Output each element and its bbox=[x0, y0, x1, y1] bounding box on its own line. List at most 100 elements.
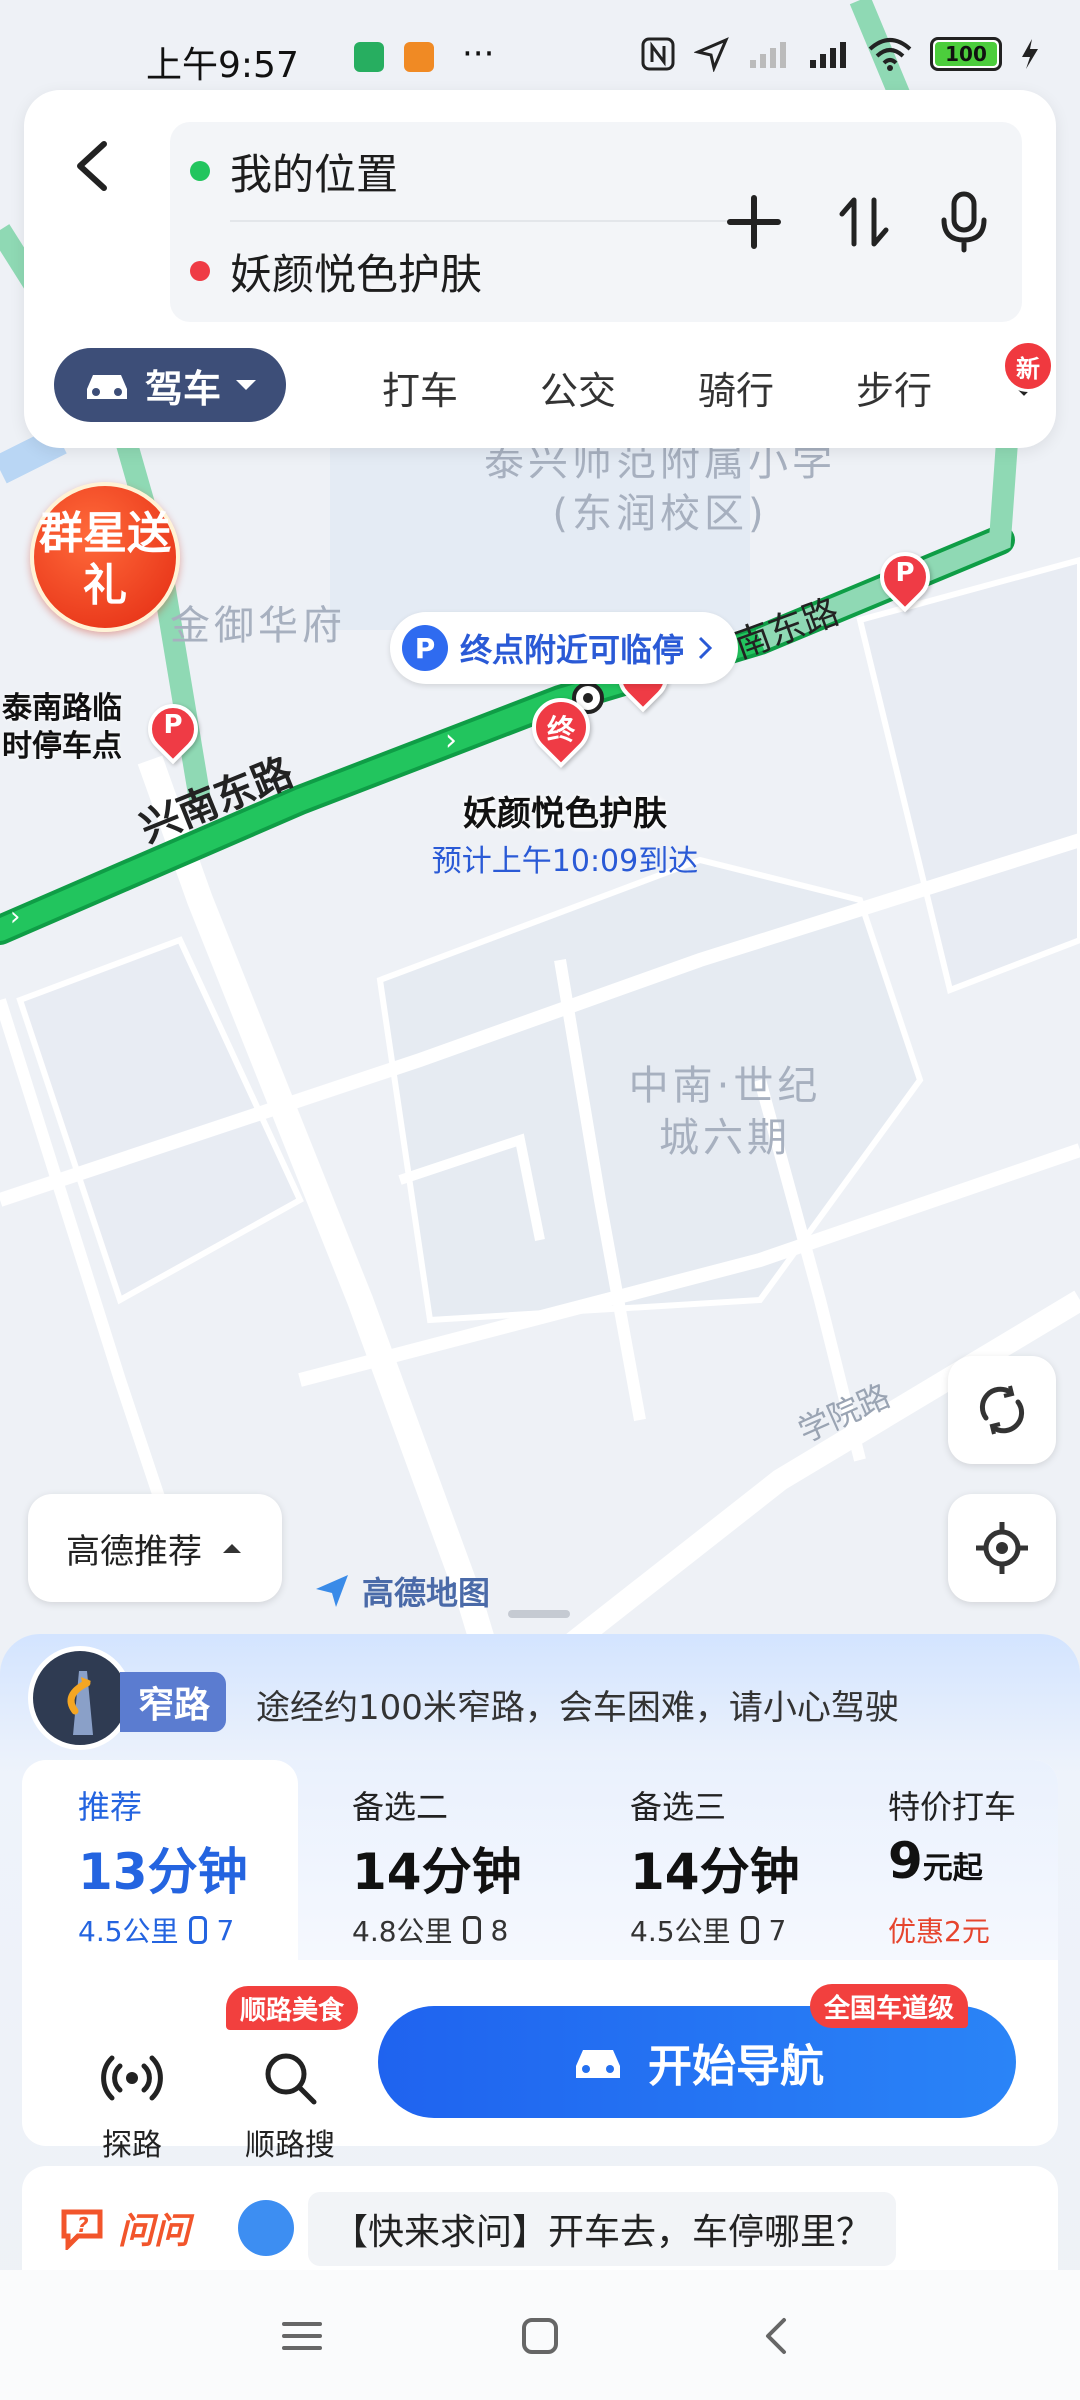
svg-text:›: › bbox=[10, 902, 20, 932]
map-label-school: 泰兴师范附属小学(东润校区) bbox=[484, 439, 836, 537]
parking-tip-bubble[interactable]: P 终点附近可临停 bbox=[390, 612, 739, 684]
taxi-option-price: 9元起 bbox=[888, 1832, 983, 1890]
microphone-icon bbox=[941, 191, 987, 253]
parking-tip-text: 终点附近可临停 bbox=[460, 631, 685, 669]
car-icon bbox=[86, 375, 127, 399]
parking-pin[interactable]: P bbox=[869, 541, 941, 613]
tab-bus[interactable]: 公交 bbox=[540, 360, 616, 415]
location-icon bbox=[694, 37, 729, 72]
refresh-route-button[interactable] bbox=[948, 1356, 1056, 1464]
locate-icon bbox=[976, 1522, 1028, 1574]
back-arrow-icon bbox=[77, 141, 107, 191]
explore-label: 探路 bbox=[102, 2128, 162, 2163]
along-route-search-button[interactable]: 顺路搜 bbox=[220, 2046, 360, 2164]
route-inputs: 我的位置 妖颜悦色护肤 bbox=[170, 122, 1022, 322]
divider bbox=[230, 220, 750, 222]
explore-icon bbox=[101, 2055, 163, 2101]
voice-input-button[interactable] bbox=[924, 182, 1004, 262]
traffic-light-icon bbox=[462, 1916, 481, 1944]
traffic-light-icon bbox=[740, 1916, 759, 1944]
strategy-label: 高德推荐 bbox=[66, 1531, 202, 1572]
destination-text: 妖颜悦色护肤 bbox=[230, 249, 483, 299]
narrow-road-warning[interactable]: 窄路 途经约100米窄路，会车困难，请小心驾驶 bbox=[28, 1642, 1058, 1762]
traffic-light-icon bbox=[188, 1916, 207, 1944]
travel-mode-tabs: 驾车 打车 公交 骑行 步行 bbox=[54, 348, 1044, 424]
origin-dot-icon bbox=[190, 161, 210, 181]
route-option-time: 14分钟 bbox=[630, 1843, 800, 1901]
status-time: 上午9:57 bbox=[146, 45, 299, 86]
taxi-option[interactable]: 特价打车 9元起 优惠2元 bbox=[888, 1760, 1058, 1960]
add-waypoint-button[interactable] bbox=[714, 182, 794, 262]
route-option-time: 13分钟 bbox=[78, 1843, 248, 1901]
my-location-button[interactable] bbox=[948, 1494, 1056, 1602]
route-option-label: 推荐 bbox=[78, 1788, 143, 1826]
taxi-option-label: 特价打车 bbox=[888, 1788, 1017, 1826]
parking-label[interactable]: 泰南路临时停车点 bbox=[2, 690, 142, 766]
lane-level-badge: 全国车道级 bbox=[810, 1984, 969, 2028]
notification-icon bbox=[404, 42, 434, 72]
route-strategy-button[interactable]: 高德推荐 bbox=[28, 1494, 282, 1602]
route-option-meta: 4.8公里 8 bbox=[352, 1913, 509, 1949]
narrow-road-icon bbox=[28, 1646, 132, 1750]
tab-drive[interactable]: 驾车 bbox=[54, 348, 286, 422]
ask-bubble-icon: ? bbox=[61, 2209, 103, 2250]
svg-text:?: ? bbox=[77, 2213, 89, 2237]
taxi-option-discount: 优惠2元 bbox=[888, 1915, 990, 1948]
battery-level: 100 bbox=[945, 42, 987, 66]
route-option-time: 14分钟 bbox=[352, 1843, 522, 1901]
more-notifications: ··· bbox=[462, 34, 495, 74]
ask-logo: ? 问问 bbox=[60, 2202, 190, 2254]
destination-field[interactable]: 妖颜悦色护肤 bbox=[190, 226, 482, 316]
explore-route-button[interactable]: 探路 bbox=[72, 2046, 192, 2164]
menu-button[interactable] bbox=[272, 2306, 332, 2366]
back-button[interactable] bbox=[54, 126, 134, 206]
route-option-label: 备选三 bbox=[630, 1788, 727, 1826]
notification-icon bbox=[354, 42, 384, 72]
refresh-icon bbox=[980, 1385, 1024, 1435]
route-option-alt-3[interactable]: 备选三 14分钟 4.5公里 7 bbox=[630, 1760, 870, 1960]
amap-logo-icon bbox=[316, 1575, 348, 1607]
ask-question-text[interactable]: 【快来求问】开车去，车停哪里？ bbox=[308, 2192, 897, 2266]
car-icon bbox=[576, 2050, 620, 2078]
back-icon bbox=[766, 2318, 786, 2354]
chevron-down-icon bbox=[236, 380, 256, 390]
parking-icon: P bbox=[402, 625, 448, 671]
destination-eta: 预计上午10:09到达 bbox=[431, 844, 699, 879]
parking-pin[interactable]: P bbox=[137, 693, 209, 765]
map-label-zhongnan: 中南·世纪城六期 bbox=[628, 1063, 822, 1161]
start-navigation-label: 开始导航 bbox=[648, 2041, 824, 2092]
signal-icon bbox=[750, 42, 786, 68]
new-badge: 新 bbox=[1002, 340, 1054, 392]
status-bar: 上午9:57 ··· 100 bbox=[0, 0, 1080, 88]
tab-taxi[interactable]: 打车 bbox=[382, 360, 458, 415]
panel-drag-handle[interactable] bbox=[508, 1610, 570, 1618]
nfc-icon bbox=[641, 37, 675, 71]
chevron-right-icon bbox=[698, 636, 713, 660]
promo-badge[interactable]: 群星送礼 bbox=[30, 482, 180, 632]
swap-icon bbox=[839, 197, 889, 247]
route-option-alt-2[interactable]: 备选二 14分钟 4.8公里 8 bbox=[352, 1760, 592, 1960]
route-option-meta: 4.5公里 7 bbox=[78, 1913, 235, 1949]
home-button[interactable] bbox=[510, 2306, 570, 2366]
route-option-meta: 4.5公里 7 bbox=[630, 1913, 787, 1949]
origin-field[interactable]: 我的位置 bbox=[190, 126, 398, 216]
warning-text: 途经约100米窄路，会车困难，请小心驾驶 bbox=[256, 1688, 899, 1728]
wifi-icon bbox=[868, 38, 912, 71]
map-label-jinyu: 金御华府 bbox=[170, 603, 346, 649]
tab-ride[interactable]: 骑行 bbox=[698, 360, 774, 415]
destination-name: 妖颜悦色护肤 bbox=[463, 794, 667, 834]
signal-icon bbox=[810, 42, 846, 68]
route-option-recommended[interactable]: 推荐 13分钟 4.5公里 7 bbox=[22, 1760, 298, 1960]
route-options: 推荐 13分钟 4.5公里 7 备选二 14分钟 4.8公里 8 备选三 14分… bbox=[22, 1760, 1058, 1960]
battery-icon: 100 bbox=[930, 37, 1002, 71]
warning-tag: 窄路 bbox=[120, 1672, 227, 1732]
swap-route-button[interactable] bbox=[824, 182, 904, 262]
back-nav-button[interactable] bbox=[748, 2306, 808, 2366]
tab-walk[interactable]: 步行 bbox=[856, 360, 932, 415]
system-navigation-bar bbox=[0, 2270, 1080, 2400]
tab-drive-label: 驾车 bbox=[144, 366, 221, 411]
chevron-up-icon bbox=[223, 1544, 241, 1553]
route-search-card: 我的位置 妖颜悦色护肤 驾车 打车 公交 骑行 步行 新 bbox=[24, 90, 1056, 448]
destination-pin[interactable]: 终 bbox=[519, 685, 603, 769]
origin-text: 我的位置 bbox=[230, 149, 399, 199]
